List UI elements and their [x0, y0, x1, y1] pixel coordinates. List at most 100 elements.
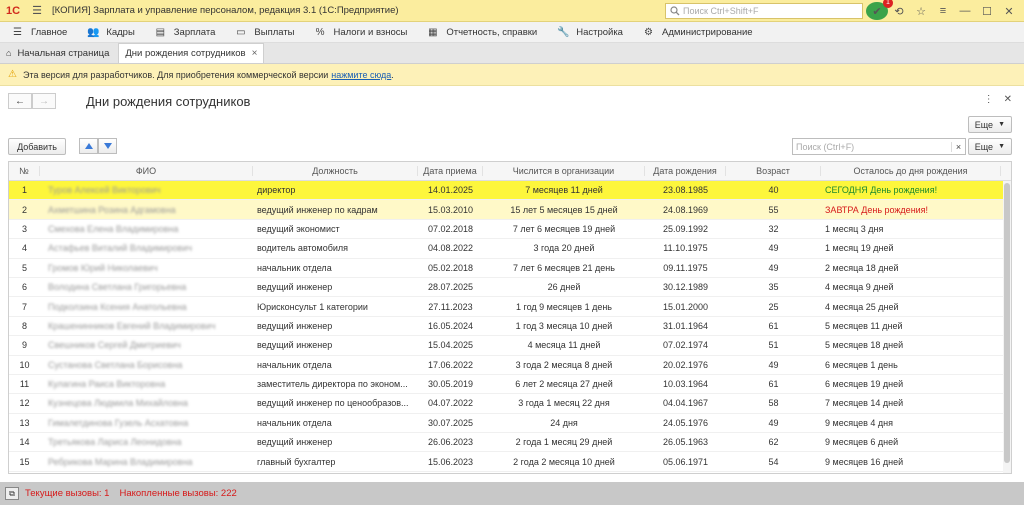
calls-window-icon[interactable]: ⧉ — [5, 487, 19, 500]
cell-hire: 04.07.2022 — [427, 398, 474, 409]
cell-tenure: 3 года 20 дней — [533, 243, 595, 254]
cell-n: 4 — [21, 243, 27, 254]
form-more-icon[interactable]: ⋮ — [984, 94, 994, 105]
table-header: № ФИО Должность Дата приема Числится в о… — [9, 162, 1011, 181]
cell-pos: начальник отдела — [257, 417, 332, 428]
back-button[interactable]: ← — [8, 93, 32, 109]
section-menu: ☰ Главное 👥 Кадры ▤ Зарплата ▭ Выплаты % Нало… — [0, 22, 1024, 43]
table-row[interactable]: 1 Туров Алексей Викторович директор 14.01.2… — [9, 181, 1011, 201]
column-header[interactable]: Должность — [253, 166, 418, 176]
global-search-input[interactable]: Поиск Ctrl+Shift+F — [665, 3, 863, 19]
people-icon: 👥 — [87, 26, 100, 38]
column-header[interactable]: № — [9, 166, 40, 176]
close-icon[interactable]: ✕ — [998, 2, 1020, 20]
cell-tenure: 7 лет 6 месяцев 19 дней — [512, 223, 616, 234]
cell-pos: ведущий экономист — [257, 223, 340, 234]
table-scrollbar[interactable] — [1003, 181, 1011, 473]
tab-birthdays[interactable]: Дни рождения сотрудников × — [118, 43, 265, 63]
cell-tenure: 2 года 2 месяца 10 дней — [513, 456, 615, 467]
table-row[interactable]: 4 Астафьев Виталий Владимирович водитель а… — [9, 239, 1011, 259]
table-row[interactable]: 2 Ахметшина Розина Адгамовна ведущий инжен… — [9, 200, 1011, 220]
scrollbar-thumb[interactable] — [1004, 183, 1010, 463]
menu-item-reports[interactable]: ▦ Отчетность, справки — [427, 27, 537, 38]
cell-left: 7 месяцев 14 дней — [825, 398, 904, 409]
notifications-button[interactable]: ✔ 1 — [866, 0, 893, 20]
favorites-star-icon[interactable]: ☆ — [910, 2, 932, 20]
move-up-button[interactable] — [79, 138, 98, 154]
table-search-input[interactable] — [793, 139, 951, 154]
cell-birth: 09.11.1975 — [663, 262, 708, 273]
table-row[interactable]: 5 Громов Юрий Николаевич начальник отдела 0… — [9, 259, 1011, 278]
table-row[interactable]: 10 Сустанова Светлана Борисовна начальник … — [9, 356, 1011, 375]
cell-left: СЕГОДНЯ День рождения! — [825, 185, 938, 196]
table-row[interactable]: 3 Смехова Елена Владимировна ведущий эконо… — [9, 220, 1011, 240]
cell-pos: начальник отдела — [257, 262, 332, 273]
table-row[interactable]: 11 Кулагина Раиса Викторовна заместитель д… — [9, 375, 1011, 395]
column-header[interactable]: Дата приема — [418, 166, 483, 176]
cell-age: 55 — [768, 204, 779, 215]
menu-item-payments[interactable]: ▭ Выплаты — [235, 27, 294, 38]
cell-birth: 10.03.1964 — [662, 379, 709, 390]
forward-button[interactable]: → — [32, 93, 56, 109]
cell-left: ЗАВТРА День рождения! — [825, 204, 929, 215]
table-row[interactable]: 8 Крашенинников Евгений Владимирович ведущ… — [9, 317, 1011, 337]
move-down-button[interactable] — [98, 138, 117, 154]
cell-age: 54 — [768, 456, 779, 467]
hamburger-menu-icon[interactable]: ☰ — [28, 4, 46, 17]
table-row[interactable]: 9 Свешников Сергей Дмитриевич ведущий инже… — [9, 336, 1011, 356]
page-title: Дни рождения сотрудников — [86, 94, 251, 109]
table-row[interactable]: 12 Кузнецова Людмила Михайловна ведущий ин… — [9, 394, 1011, 414]
cell-pos: Юрисконсульт 1 категории — [257, 301, 368, 312]
cell-birth: 23.08.1985 — [662, 185, 709, 196]
minimize-icon[interactable]: — — [954, 2, 976, 20]
cell-hire: 26.06.2023 — [427, 437, 474, 448]
purchase-link[interactable]: нажмите сюда — [331, 70, 391, 80]
cell-hire: 15.06.2023 — [427, 456, 474, 467]
cell-fio: Володина Светлана Григорьевна — [48, 282, 187, 293]
menu-item-hr[interactable]: 👥 Кадры — [87, 27, 134, 38]
menu-item-salary[interactable]: ▤ Зарплата — [155, 27, 216, 38]
more-menu-icon[interactable]: ≡ — [932, 2, 954, 20]
bell-icon: ✔ 1 — [866, 0, 893, 20]
menu-item-taxes[interactable]: % Налоги и взносы — [315, 27, 408, 38]
form-close-icon[interactable]: ✕ — [1004, 94, 1012, 105]
table-row[interactable]: 13 Гималетдинова Гузель Асхатовна начальни… — [9, 414, 1011, 434]
cell-left: 1 месяц 3 дня — [825, 223, 884, 234]
cell-hire: 28.07.2025 — [427, 282, 474, 293]
wrench-icon: 🔧 — [557, 26, 570, 38]
cell-birth: 11.10.1975 — [663, 243, 708, 254]
table-row[interactable]: 7 Подколзина Ксения Анатольевна Юрисконсул… — [9, 297, 1011, 317]
column-header[interactable]: ФИО — [40, 166, 253, 176]
more-button-top[interactable]: Еще ▼ — [967, 116, 1012, 133]
cell-pos: ведущий инженер — [257, 320, 333, 331]
menu-item-admin[interactable]: ⚙ Администрирование — [643, 27, 753, 38]
accumulated-calls: Накопленные вызовы: 222 — [119, 488, 237, 499]
column-header[interactable]: Дата рождения — [645, 166, 726, 176]
cell-left: 1 месяц 19 дней — [825, 243, 894, 254]
table-row[interactable]: 15 Ребрикова Марина Владимировна главный б… — [9, 452, 1011, 472]
cell-fio: Крашенинников Евгений Владимирович — [48, 320, 216, 331]
cell-birth: 30.12.1989 — [662, 282, 709, 293]
cell-tenure: 1 год 9 месяцев 1 день — [516, 301, 612, 312]
menu-item-main[interactable]: ☰ Главное — [12, 27, 67, 38]
cell-birth: 26.05.1963 — [662, 437, 709, 448]
cell-tenure: 7 лет 6 месяцев 21 день — [513, 262, 615, 273]
table-row[interactable]: 6 Володина Светлана Григорьевна ведущий ин… — [9, 278, 1011, 298]
tab-close-icon[interactable]: × — [252, 48, 258, 59]
menu-item-label: Кадры — [106, 26, 135, 38]
add-button[interactable]: Добавить — [8, 138, 66, 155]
more-button-table[interactable]: Еще ▼ — [967, 138, 1012, 155]
column-header[interactable]: Осталось до дня рождения — [821, 166, 1001, 176]
column-header[interactable]: Числится в организации — [483, 166, 645, 176]
more-button-label: Еще — [974, 119, 994, 130]
cell-n: 3 — [21, 223, 27, 234]
clear-search-button[interactable]: × — [951, 141, 965, 152]
menu-item-settings[interactable]: 🔧 Настройка — [557, 27, 623, 38]
document-icon: ▤ — [155, 26, 166, 38]
maximize-icon[interactable]: ☐ — [976, 2, 998, 20]
tab-home[interactable]: ⌂ Начальная страница — [0, 43, 115, 63]
column-header[interactable]: Возраст — [726, 166, 821, 176]
chevron-down-icon: ▼ — [998, 121, 1005, 128]
table-row[interactable]: 14 Третьякова Лариса Леонидовна ведущий ин… — [9, 433, 1011, 453]
table-toolbar: Добавить × Еще ▼ — [8, 138, 1012, 156]
